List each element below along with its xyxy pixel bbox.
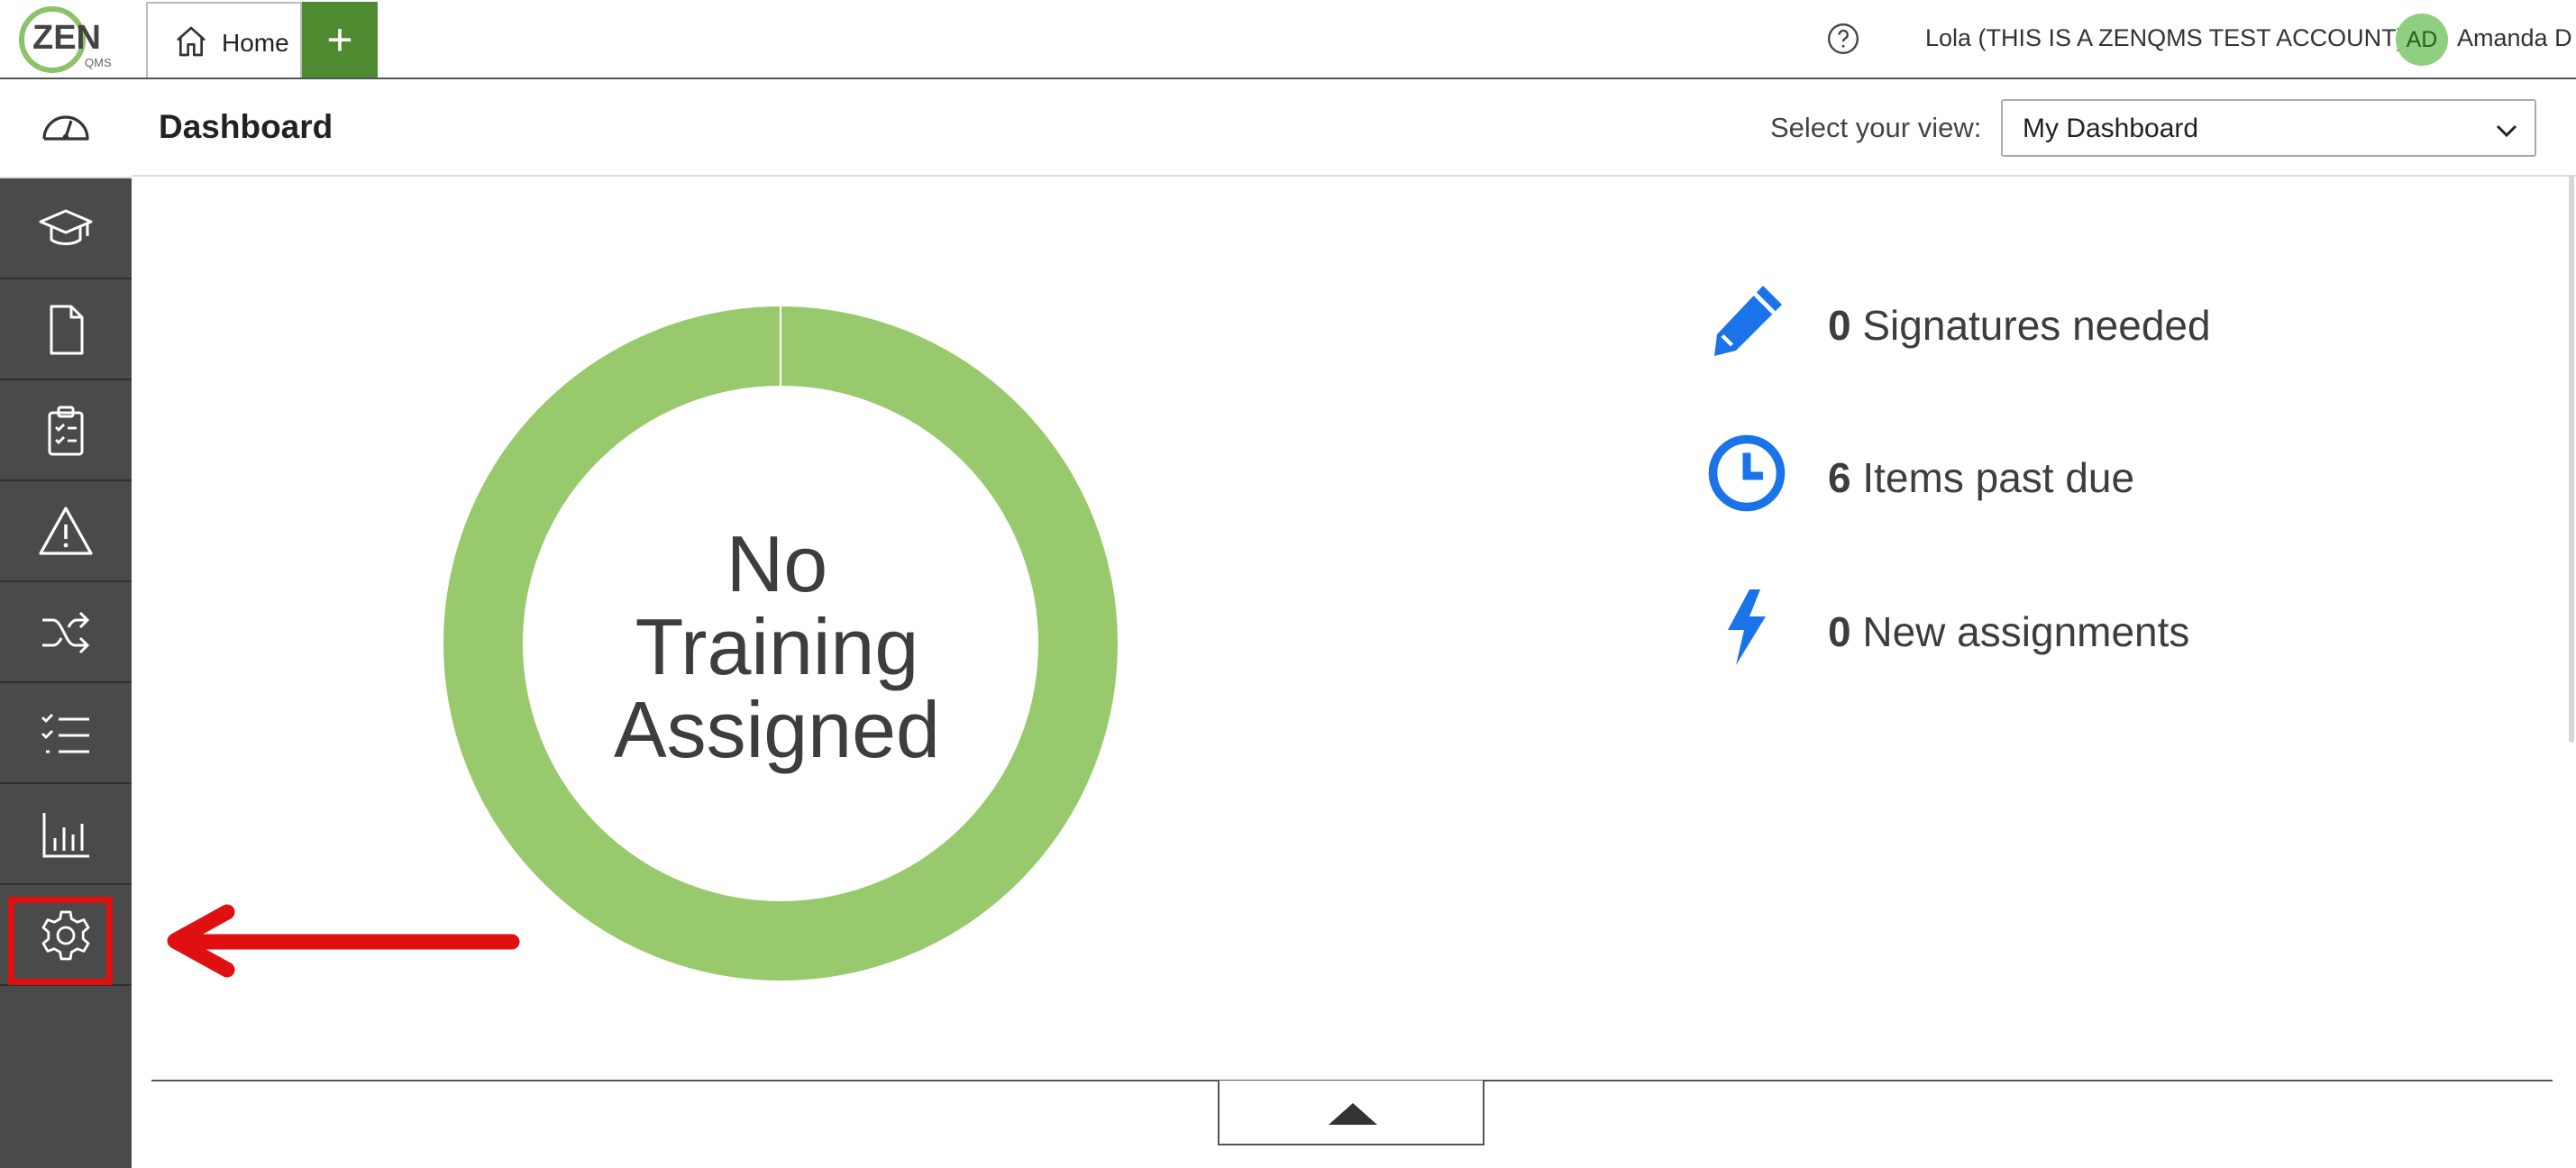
past-due-label: Items past due (1862, 454, 2135, 501)
speedometer-icon (42, 115, 89, 141)
clipboard-check-icon (48, 406, 84, 456)
expand-panel-button[interactable] (1218, 1081, 1484, 1145)
sidebar-item-tasks[interactable] (0, 685, 132, 784)
clock-icon (1708, 434, 1786, 512)
view-select-value: My Dashboard (2023, 114, 2199, 143)
new-assignments-count: 0 (1828, 608, 1851, 655)
signatures-count: 0 (1828, 302, 1851, 349)
sidebar-item-issues[interactable] (0, 483, 132, 582)
tab-home[interactable]: Home (146, 2, 302, 78)
red-arrow-annotation (167, 904, 520, 978)
document-icon (50, 305, 84, 355)
tab-home-label: Home (222, 29, 289, 57)
graduation-cap-icon (39, 209, 93, 245)
lightning-icon (1728, 589, 1766, 665)
sidebar-item-checklists[interactable] (0, 382, 132, 481)
home-icon (177, 26, 206, 57)
zenqms-logo[interactable]: ZEN QMS (16, 4, 124, 76)
bar-chart-icon (42, 813, 89, 858)
training-line-2: Training (635, 602, 919, 691)
shuffle-icon (42, 611, 90, 654)
add-tab-button[interactable]: + (302, 2, 378, 78)
help-icon[interactable] (1826, 22, 1860, 56)
header-divider (132, 175, 2576, 177)
settings-highlight-annotation (8, 897, 113, 985)
sidebar (0, 79, 132, 1168)
svg-text:ZEN: ZEN (32, 19, 101, 57)
sidebar-item-change-control[interactable] (0, 584, 132, 683)
page-title: Dashboard (159, 108, 333, 145)
view-select[interactable]: My Dashboard (2001, 99, 2536, 157)
top-bar: ZEN QMS Home + Lola (THIS IS A ZENQMS TE… (0, 0, 2576, 79)
sidebar-item-training[interactable] (0, 180, 132, 279)
sidebar-item-dashboard[interactable] (0, 79, 132, 178)
signatures-label: Signatures needed (1862, 302, 2211, 349)
user-name[interactable]: Amanda D (2457, 24, 2572, 52)
new-assignments-label: New assignments (1862, 608, 2190, 655)
training-line-3: Assigned (613, 685, 940, 774)
svg-text:QMS: QMS (85, 56, 112, 69)
caret-up-icon (1329, 1103, 1377, 1125)
warning-icon (39, 506, 93, 555)
view-select-label: Select your view: (1770, 112, 1982, 143)
avatar[interactable]: AD (2396, 14, 2448, 66)
scrollbar[interactable] (2569, 175, 2574, 743)
checklist-icon (41, 714, 89, 753)
account-name[interactable]: Lola (THIS IS A ZENQMS TEST ACCOUNT) (1925, 24, 2405, 52)
sidebar-item-documents[interactable] (0, 281, 132, 380)
pencil-icon (1714, 286, 1782, 356)
chevron-down-icon (2496, 124, 2517, 138)
training-line-1: No (726, 519, 828, 608)
past-due-count: 6 (1828, 454, 1851, 501)
training-status-text: No Training Assigned (552, 523, 1002, 771)
sidebar-item-reports[interactable] (0, 786, 132, 885)
